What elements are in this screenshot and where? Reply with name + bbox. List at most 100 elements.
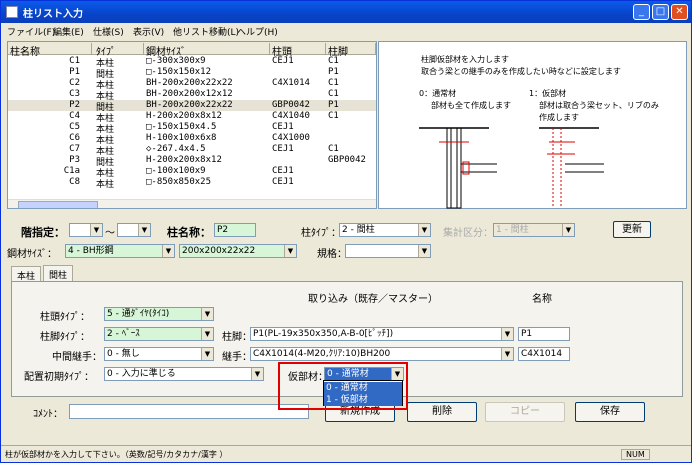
row-steel: BH-200x200x12x12 — [146, 89, 233, 99]
table-row[interactable]: C8 本柱 □-850x850x25 CEJ1 — [8, 177, 376, 190]
mid-joint-value: 0 - 無し — [107, 349, 140, 359]
col-header-name[interactable]: 柱名称 — [10, 43, 92, 58]
aggregate-select[interactable]: 1 - 間柱 ▼ — [493, 223, 575, 237]
initial-type-value: 0 - 入力に準じる — [107, 369, 176, 379]
row-foot: C1 — [328, 78, 339, 88]
delete-button[interactable]: 削除 — [407, 402, 477, 422]
row-foot: C1 — [328, 56, 339, 66]
steel-size-label: 鋼材ｻｲｽﾞ： — [7, 249, 57, 260]
col-header-head[interactable]: 柱頭 — [272, 43, 326, 58]
mid-joint-label: 中間継手： — [52, 352, 102, 363]
table-row[interactable]: C1 本柱 □-300x300x9 CEJ1 C1 — [8, 56, 376, 69]
menu-edit[interactable]: 編集(E) — [53, 25, 84, 38]
head-type-select[interactable]: 5 - 通ﾀﾞｲﾔ(ﾀｲｺ) ▼ — [104, 307, 214, 321]
row-foot: C1 — [328, 144, 339, 154]
name-header: 名称 — [532, 294, 552, 305]
col-header-foot[interactable]: 柱脚 — [328, 43, 376, 58]
mid-joint-select[interactable]: 0 - 無し ▼ — [104, 347, 214, 361]
row-name: C2 — [69, 78, 80, 88]
row-foot: P1 — [328, 100, 339, 110]
row-steel: □-850x850x25 — [146, 177, 212, 187]
joint-name-input[interactable]: C4X1014 — [518, 347, 570, 361]
table-row[interactable]: P1 間柱 □-150x150x12 P1 — [8, 67, 376, 80]
table-row[interactable]: P3 間柱 H-200x200x8x12 GBP0042 — [8, 155, 376, 168]
steel-size-type-value: 4 - BH形鋼 — [68, 246, 114, 256]
menu-view[interactable]: 表示(V) — [133, 25, 164, 38]
row-steel: □-300x300x9 — [146, 56, 206, 66]
row-name: C1a — [63, 166, 80, 176]
col-header-type[interactable]: ﾀｲﾌﾟ — [96, 43, 144, 58]
aggregate-value: 1 - 間柱 — [496, 225, 529, 235]
window-title: 柱リスト入力 — [23, 9, 83, 20]
diagram-figure — [419, 127, 604, 209]
update-button[interactable]: 更新 — [613, 221, 651, 238]
row-head: CEJ1 — [272, 122, 294, 132]
row-head: C4X1040 — [272, 111, 310, 121]
list-header: 柱名称 ﾀｲﾌﾟ 鋼材ｻｲｽﾞ 柱頭 柱脚 — [8, 42, 376, 58]
tab-main-column[interactable]: 本柱 — [11, 266, 42, 282]
foot-label: 柱脚： — [222, 332, 252, 343]
menu-help[interactable]: ヘルプ(H) — [237, 25, 278, 38]
status-bar: 柱が仮部材かを入力して下さい。（英数/記号/カタカナ/漢字 ） NUM — [1, 445, 691, 462]
row-steel: BH-200x200x22x22 — [146, 78, 233, 88]
initial-type-select[interactable]: 0 - 入力に準じる ▼ — [104, 367, 264, 381]
row-name: C6 — [69, 133, 80, 143]
foot-type-label: 柱脚ﾀｲﾌﾟ： — [40, 332, 90, 343]
column-list[interactable]: 柱名称 ﾀｲﾌﾟ 鋼材ｻｲｽﾞ 柱頭 柱脚 C1 本柱 □-300x300x9 CEJ… — [7, 41, 377, 209]
table-row[interactable]: C3 本柱 BH-200x200x12x12 C1 — [8, 89, 376, 102]
minimize-button[interactable]: _ — [633, 4, 650, 20]
joint-select[interactable]: C4X1014(4-M20,ｸﾘｱ:10)BH200 ▼ — [250, 347, 514, 361]
row-foot: GBP0042 — [328, 155, 366, 165]
table-row[interactable]: C4 本柱 H-200x200x8x12 C4X1040 C1 — [8, 111, 376, 124]
close-button[interactable]: ✕ — [671, 4, 688, 20]
floor-to-select[interactable]: ▼ — [117, 223, 151, 237]
row-type: 本柱 — [96, 180, 115, 190]
foot-select[interactable]: P1(PL-19x350x350,A-B-0[ﾋﾟｯﾁ]) ▼ — [250, 327, 514, 341]
table-row[interactable]: C1a 本柱 □-100x100x9 CEJ1 — [8, 166, 376, 179]
table-row[interactable]: C6 本柱 H-100x100x6x8 C4X1000 — [8, 133, 376, 146]
foot-value: P1(PL-19x350x350,A-B-0[ﾋﾟｯﾁ]) — [253, 329, 394, 339]
menu-spec[interactable]: 仕様(S) — [93, 25, 124, 38]
menu-other-list[interactable]: 他リスト移動(L) — [173, 25, 239, 38]
copy-button[interactable]: コピー — [485, 402, 565, 422]
row-name: C3 — [69, 89, 80, 99]
row-head: CEJ1 — [272, 144, 294, 154]
column-name-input[interactable]: P2 — [214, 223, 256, 237]
table-row[interactable]: P2 間柱 BH-200x200x22x22 GBP0042 P1 — [8, 100, 376, 113]
save-button[interactable]: 保存 — [575, 402, 645, 422]
menu-file[interactable]: ファイル(F) — [7, 25, 55, 38]
col-header-steel[interactable]: 鋼材ｻｲｽﾞ — [146, 43, 270, 58]
column-type-select[interactable]: 2 - 間柱 ▼ — [339, 223, 431, 237]
table-row[interactable]: C2 本柱 BH-200x200x22x22 C4X1014 C1 — [8, 78, 376, 91]
table-row[interactable]: C5 本柱 □-150x150x4.5 CEJ1 — [8, 122, 376, 135]
floor-label: 階指定： — [21, 226, 65, 239]
spec-select[interactable]: ▼ — [345, 244, 431, 258]
tab-intermediate-column[interactable]: 間柱 — [43, 265, 74, 282]
row-name: C4 — [69, 111, 80, 121]
foot-name-input[interactable]: P1 — [518, 327, 570, 341]
row-steel: H-200x200x8x12 — [146, 155, 222, 165]
row-head: CEJ1 — [272, 56, 294, 66]
row-steel: □-150x150x12 — [146, 67, 212, 77]
steel-size-value-select[interactable]: 200x200x22x22 ▼ — [179, 244, 297, 258]
foot-type-value: 2 - ﾍﾞｰｽ — [107, 329, 140, 339]
row-foot: P1 — [328, 67, 339, 77]
app-icon — [6, 6, 18, 18]
scroll-thumb[interactable] — [18, 201, 98, 208]
floor-from-select[interactable]: ▼ — [69, 223, 103, 237]
row-name: P3 — [69, 155, 80, 165]
comment-label: ｺﾒﾝﾄ： — [33, 409, 63, 420]
steel-size-type-select[interactable]: 4 - BH形鋼 ▼ — [65, 244, 175, 258]
column-type-label: 柱ﾀｲﾌﾟ： — [301, 228, 341, 239]
comment-input[interactable] — [69, 404, 309, 419]
horizontal-scrollbar[interactable] — [8, 199, 376, 208]
row-steel: □-150x150x4.5 — [146, 122, 217, 132]
floor-tilde: ～ — [105, 228, 115, 239]
foot-type-select[interactable]: 2 - ﾍﾞｰｽ ▼ — [104, 327, 214, 341]
status-message: 柱が仮部材かを入力して下さい。（英数/記号/カタカナ/漢字 ） — [5, 450, 228, 459]
highlight-box — [278, 362, 408, 410]
row-name: P2 — [69, 100, 80, 110]
title-bar[interactable]: 柱リスト入力 _ □ ✕ — [1, 1, 691, 23]
table-row[interactable]: C7 本柱 ◇-267.4x4.5 CEJ1 C1 — [8, 144, 376, 157]
maximize-button[interactable]: □ — [652, 4, 669, 20]
